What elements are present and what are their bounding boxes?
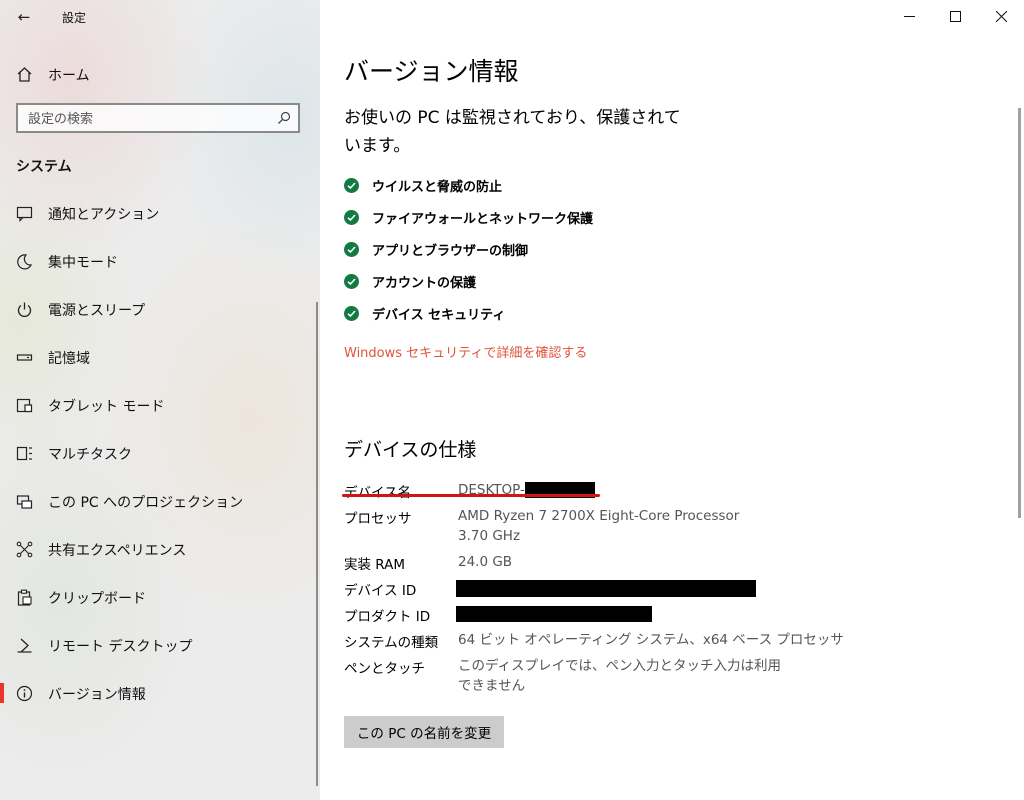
sidebar-title-bar: ← 設定 xyxy=(0,0,320,32)
minimize-button[interactable] xyxy=(886,0,932,32)
maximize-icon xyxy=(949,7,961,26)
main-scrollbar[interactable] xyxy=(1018,108,1021,518)
sidebar-item-tablet-mode[interactable]: タブレット モード xyxy=(0,385,320,425)
protection-message: お使いの PC は監視されており、保護されています。 xyxy=(344,108,681,156)
close-button[interactable] xyxy=(978,0,1024,32)
sidebar-item-label: バージョン情報 xyxy=(48,687,146,703)
sidebar-item-home[interactable]: ホーム xyxy=(0,58,320,90)
annotation-underline xyxy=(342,494,600,497)
back-button[interactable]: ← xyxy=(12,6,36,28)
sidebar-section-title: システム xyxy=(16,159,72,175)
sidebar-item-about[interactable]: バージョン情報 xyxy=(0,673,320,713)
check-icon xyxy=(344,242,359,257)
product-id-label: プロダクト ID xyxy=(344,609,431,625)
sidebar-item-label: 集中モード xyxy=(48,255,118,271)
check-icon xyxy=(344,210,359,225)
sidebar-item-label: リモート デスクトップ xyxy=(48,639,193,655)
protection-label: ウイルスと脅威の防止 xyxy=(372,180,503,195)
storage-icon xyxy=(15,348,33,366)
device-name-value: DESKTOP- xyxy=(458,482,525,498)
sidebar-item-label: この PC へのプロジェクション xyxy=(48,495,244,511)
sidebar-item-label: マルチタスク xyxy=(48,447,132,463)
sidebar-item-label: 電源とスリープ xyxy=(48,303,146,319)
sidebar-item-label: 通知とアクション xyxy=(48,207,160,223)
main-content: バージョン情報 お使いの PC は監視されており、保護されています。 ウイルスと… xyxy=(320,0,1024,800)
search-box[interactable] xyxy=(16,103,300,133)
sidebar-item-projection[interactable]: この PC へのプロジェクション xyxy=(0,481,320,521)
tablet-icon xyxy=(15,396,33,414)
device-id-redaction xyxy=(456,580,756,597)
windows-security-link[interactable]: Windows セキュリティで詳細を確認する xyxy=(344,342,587,361)
share-icon xyxy=(15,540,33,558)
sidebar-item-focus-assist[interactable]: 集中モード xyxy=(0,241,320,281)
app-title: 設定 xyxy=(62,11,87,25)
processor-value: AMD Ryzen 7 2700X Eight-Core Processor xyxy=(458,508,740,524)
sidebar-item-multitasking[interactable]: マルチタスク xyxy=(0,433,320,473)
sidebar-item-label: 共有エクスペリエンス xyxy=(48,543,187,559)
page-title: バージョン情報 xyxy=(344,57,519,86)
search-input[interactable] xyxy=(26,109,270,129)
sidebar-item-power-sleep[interactable]: 電源とスリープ xyxy=(0,289,320,329)
ram-label: 実装 RAM xyxy=(344,557,406,573)
ram-value: 24.0 GB xyxy=(458,554,513,570)
sidebar-item-remote-desktop[interactable]: リモート デスクトップ xyxy=(0,625,320,665)
sidebar-item-label: クリップボード xyxy=(48,591,146,607)
power-icon xyxy=(15,300,33,318)
check-icon xyxy=(344,274,359,289)
sidebar-item-shared-experiences[interactable]: 共有エクスペリエンス xyxy=(0,529,320,569)
maximize-button[interactable] xyxy=(932,0,978,32)
processor-label: プロセッサ xyxy=(344,511,412,527)
product-id-redaction xyxy=(456,606,652,622)
sidebar-item-storage[interactable]: 記憶域 xyxy=(0,337,320,377)
multitask-icon xyxy=(15,444,33,462)
check-icon xyxy=(344,306,359,321)
moon-icon xyxy=(15,252,33,270)
pen-touch-label: ペンとタッチ xyxy=(344,661,425,677)
protection-label: デバイス セキュリティ xyxy=(372,308,506,323)
protection-label: ファイアウォールとネットワーク保護 xyxy=(372,212,594,227)
search-icon[interactable] xyxy=(276,110,292,126)
device-name-label: デバイス名 xyxy=(344,485,412,501)
protection-label: アカウントの保護 xyxy=(372,276,477,291)
device-id-label: デバイス ID xyxy=(344,583,417,599)
device-specs-title: デバイスの仕様 xyxy=(344,439,477,461)
home-icon xyxy=(15,65,33,83)
sidebar-item-clipboard[interactable]: クリップボード xyxy=(0,577,320,617)
sidebar-item-label: タブレット モード xyxy=(48,399,165,415)
system-type-label: システムの種類 xyxy=(344,635,439,651)
sidebar-scrollbar[interactable] xyxy=(316,302,318,786)
sidebar-item-notifications[interactable]: 通知とアクション xyxy=(0,193,320,233)
clipboard-icon xyxy=(15,588,33,606)
close-icon xyxy=(995,7,1007,26)
settings-sidebar: ← 設定 ホーム システム 通知とアクション 集中モード 電源とスリープ xyxy=(0,0,320,800)
remote-desktop-icon xyxy=(15,636,33,654)
back-arrow-icon: ← xyxy=(17,8,31,26)
rename-pc-button[interactable]: この PC の名前を変更 xyxy=(344,716,504,748)
system-type-value: 64 ビット オペレーティング システム、x64 ベース プロセッサ xyxy=(458,632,844,648)
processor-speed: 3.70 GHz xyxy=(458,528,521,544)
check-icon xyxy=(344,178,359,193)
sidebar-item-label: 記憶域 xyxy=(48,351,90,367)
info-icon xyxy=(15,684,33,702)
minimize-icon xyxy=(903,7,915,26)
pen-touch-value: このディスプレイでは、ペン入力とタッチ入力は利用できません xyxy=(458,658,782,694)
protection-label: アプリとブラウザーの制御 xyxy=(372,244,529,259)
sidebar-item-label: ホーム xyxy=(48,68,90,84)
notification-icon xyxy=(15,204,33,222)
projection-icon xyxy=(15,492,33,510)
